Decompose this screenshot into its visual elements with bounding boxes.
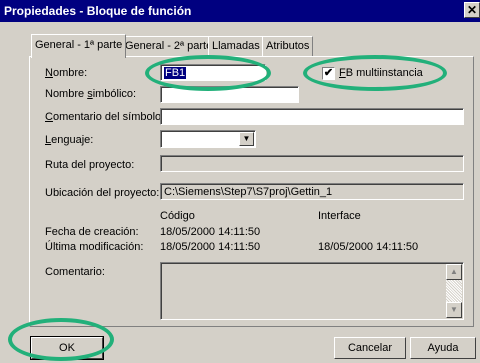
scroll-up-icon[interactable]: ▲ xyxy=(446,264,462,280)
multiinstancia-checkbox[interactable]: ✔ xyxy=(322,67,335,80)
ultima-mod-codigo: 18/05/2000 14:11:50 xyxy=(160,241,261,253)
comentario-label: Comentario: xyxy=(45,266,105,278)
comentario-simbolo-label: Comentario del símbolo: xyxy=(45,111,165,123)
ruta-label: Ruta del proyecto: xyxy=(45,159,135,171)
check-icon: ✔ xyxy=(323,67,334,79)
tab-label: General - 2ª parte xyxy=(125,40,213,52)
ubicacion-value: C:\Siemens\Step7\S7proj\Gettin_1 xyxy=(164,186,333,198)
interface-header: Interface xyxy=(318,210,361,222)
cancel-button[interactable]: Cancelar xyxy=(334,337,406,359)
window-title: Propiedades - Bloque de función xyxy=(4,4,192,18)
multiinstancia-label: FB multiinstancia xyxy=(339,67,423,79)
help-button[interactable]: Ayuda xyxy=(410,337,476,359)
nombre-label: Nombre: xyxy=(45,67,88,79)
tab-llamadas[interactable]: Llamadas xyxy=(208,36,264,56)
comentario-simbolo-field[interactable] xyxy=(160,108,464,125)
lenguaje-select[interactable]: ▼ xyxy=(160,130,256,148)
ultima-mod-interface: 18/05/2000 14:11:50 xyxy=(318,241,419,253)
tab-label: Atributos xyxy=(266,40,310,52)
nombre-simbolico-label: Nombre simbólico: xyxy=(45,88,137,100)
tab-label: General - 1ª parte xyxy=(35,39,123,51)
lenguaje-label: Lenguaje: xyxy=(45,134,94,146)
chevron-down-icon[interactable]: ▼ xyxy=(239,132,254,146)
ubicacion-label: Ubicación del proyecto: xyxy=(45,187,160,199)
tab-label: Llamadas xyxy=(212,40,260,52)
ubicacion-field: C:\Siemens\Step7\S7proj\Gettin_1 xyxy=(160,183,464,200)
ultima-mod-label: Última modificación: xyxy=(45,241,144,253)
tab-general-1[interactable]: General - 1ª parte xyxy=(31,34,127,58)
scroll-down-icon[interactable]: ▼ xyxy=(446,302,462,318)
nombre-value: FB1 xyxy=(164,67,187,79)
fecha-creacion-label: Fecha de creación: xyxy=(45,226,139,238)
nombre-simbolico-field[interactable] xyxy=(160,86,299,103)
ruta-field xyxy=(160,155,464,172)
tab-general-2[interactable]: General - 2ª parte xyxy=(121,36,217,56)
comentario-textarea[interactable]: ▲ ▼ xyxy=(160,262,464,320)
window-title-bar: Propiedades - Bloque de función xyxy=(0,0,480,22)
tab-atributos[interactable]: Atributos xyxy=(262,36,314,56)
ok-button[interactable]: OK xyxy=(30,336,104,360)
close-icon: ✕ xyxy=(466,3,478,17)
fecha-creacion-codigo: 18/05/2000 14:11:50 xyxy=(160,226,261,238)
close-button[interactable]: ✕ xyxy=(464,2,480,18)
nombre-field[interactable]: FB1 xyxy=(160,64,266,81)
codigo-header: Código xyxy=(160,210,195,222)
